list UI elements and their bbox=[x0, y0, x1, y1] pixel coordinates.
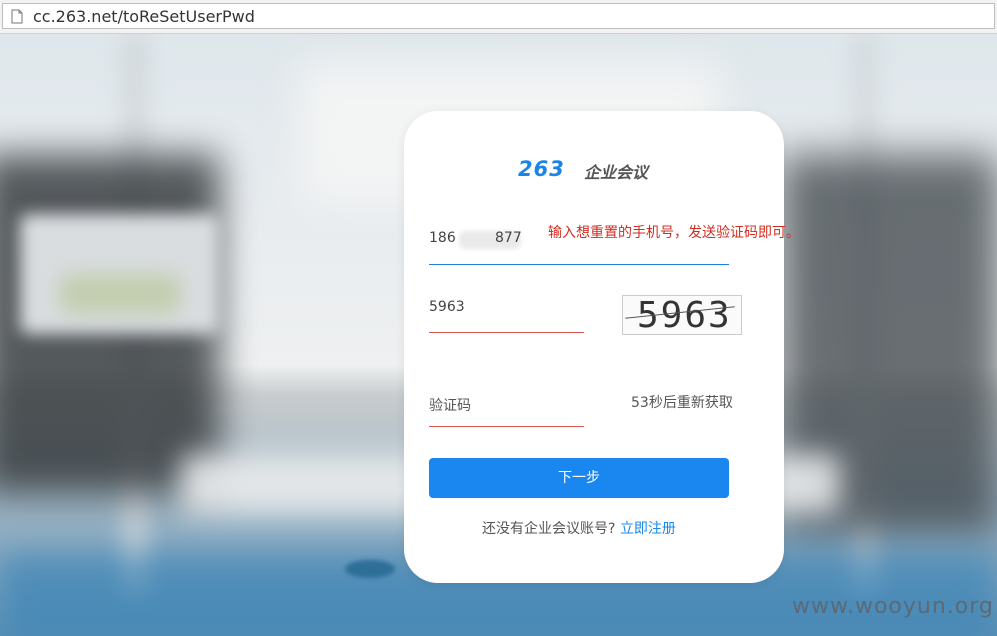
url-field[interactable]: cc.263.net/toReSetUserPwd bbox=[2, 3, 995, 29]
watermark: www.wooyun.org bbox=[792, 594, 994, 619]
resend-countdown: 53秒后重新获取 bbox=[631, 395, 733, 411]
verification-code-input[interactable]: 验证码 bbox=[429, 385, 584, 427]
captcha-image[interactable]: 5963 bbox=[622, 295, 742, 335]
code-placeholder: 验证码 bbox=[429, 398, 471, 414]
instruction-hint: 输入想重置的手机号，发送验证码即可。 bbox=[548, 225, 800, 241]
captcha-input-value: 5963 bbox=[429, 299, 465, 315]
logo-number: 263 bbox=[518, 157, 565, 181]
browser-address-bar: cc.263.net/toReSetUserPwd bbox=[0, 0, 997, 34]
brand-logo: 263 企业会议 bbox=[518, 157, 668, 182]
next-step-button[interactable]: 下一步 bbox=[429, 458, 729, 498]
register-prompt-text: 还没有企业会议账号? bbox=[482, 521, 616, 537]
phone-suffix: 877 bbox=[495, 230, 522, 246]
reset-password-card: 263 企业会议 186 877 输入想重置的手机号，发送验证码即可。 5963… bbox=[404, 111, 800, 583]
register-prompt-row: 还没有企业会议账号? 立即注册 bbox=[404, 518, 754, 538]
logo-text: 企业会议 bbox=[584, 163, 649, 182]
captcha-input[interactable]: 5963 bbox=[429, 291, 584, 333]
page-icon bbox=[11, 9, 23, 24]
url-text: cc.263.net/toReSetUserPwd bbox=[33, 7, 255, 26]
register-link[interactable]: 立即注册 bbox=[620, 521, 676, 537]
phone-prefix: 186 bbox=[429, 230, 456, 246]
